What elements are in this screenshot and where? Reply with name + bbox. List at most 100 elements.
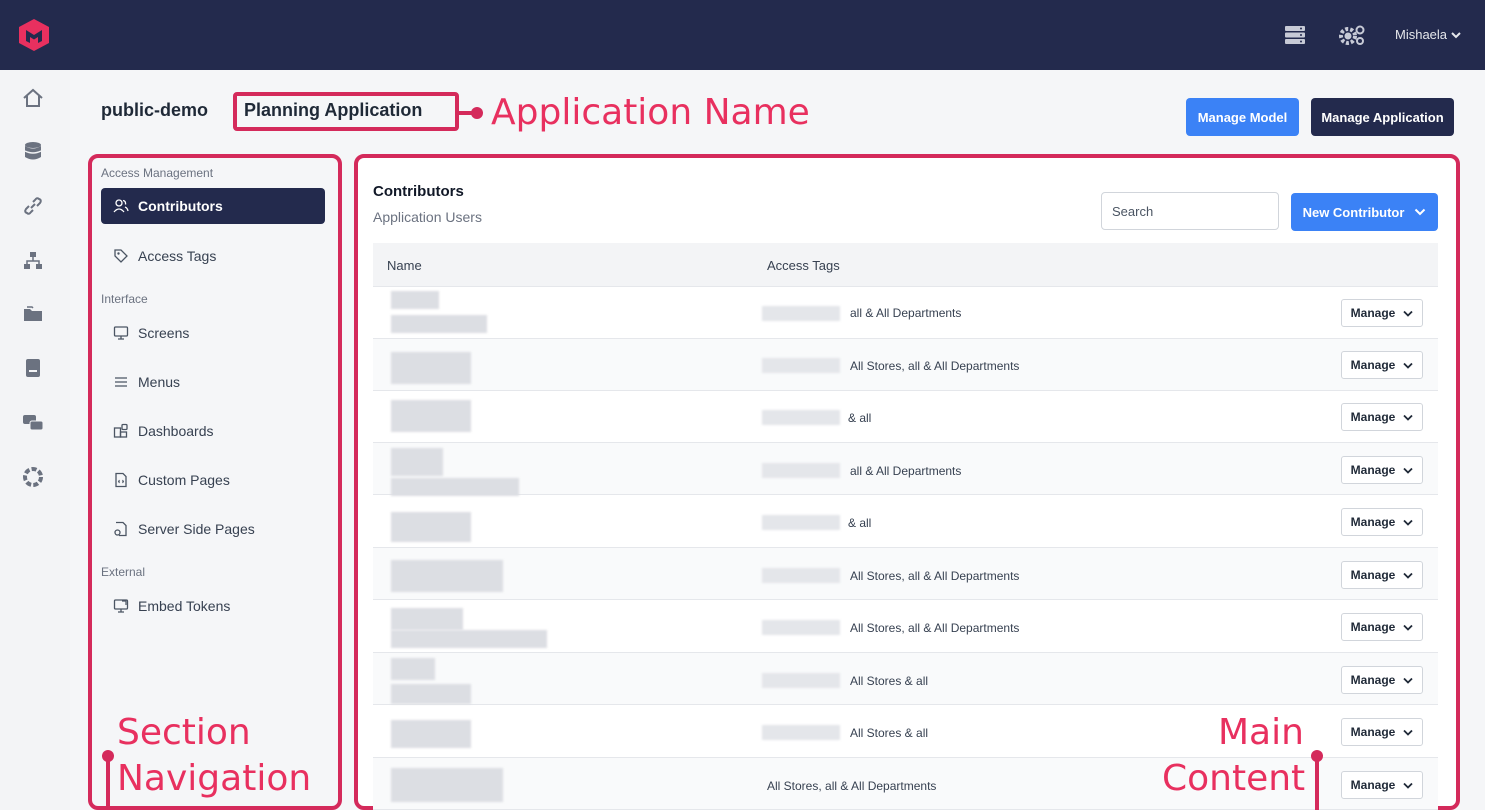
embed-icon [113,599,129,613]
nav-item-label: Dashboards [138,423,214,439]
chevron-down-icon [1403,624,1413,631]
redacted-name [391,400,471,432]
support-icon[interactable] [22,466,44,488]
section-navigation-callout-line [106,756,110,810]
nav-item-contributors[interactable]: Contributors [101,188,325,224]
nav-group-external: External [101,565,146,579]
manage-dropdown[interactable]: Manage [1341,508,1423,536]
monitor-icon [113,326,129,340]
home-icon[interactable] [22,87,44,109]
access-tags-value: All Stores & all [850,726,929,740]
top-bar: Mishaela [0,0,1485,70]
app-logo-icon[interactable] [18,18,50,52]
access-tags-value: all & All Departments [850,306,962,320]
redacted-name [391,448,443,476]
manage-label: Manage [1350,778,1396,792]
redacted-name [391,291,439,309]
link-icon[interactable] [22,195,44,217]
chevron-down-icon [1403,572,1413,579]
redacted-name [391,478,519,496]
column-header-name[interactable]: Name [387,258,422,273]
manage-dropdown[interactable]: Manage [1341,771,1423,799]
folders-icon[interactable] [22,303,44,325]
manage-label: Manage [1350,463,1396,477]
nav-item-access-tags[interactable]: Access Tags [101,238,325,274]
panel-title: Contributors [373,183,464,200]
nav-item-label: Access Tags [138,248,217,264]
table-row [373,391,1438,443]
manage-dropdown[interactable]: Manage [1341,456,1423,484]
redacted-name [391,768,503,802]
redacted-tag [762,358,840,373]
redacted-name [391,658,435,680]
redacted-name [391,684,471,704]
table-header [373,243,1438,287]
user-name: Mishaela [1395,27,1448,42]
application-name: Planning Application [244,100,423,120]
manage-dropdown[interactable]: Manage [1341,613,1423,641]
server-page-icon [114,521,127,537]
custom-page-icon [115,472,127,488]
book-icon[interactable] [22,357,44,379]
redacted-name [391,512,471,542]
settings-gears-icon[interactable] [1338,24,1366,46]
redacted-tag [762,410,840,425]
redacted-tag [762,673,840,688]
manage-label: Manage [1350,306,1396,320]
database-icon[interactable] [22,140,44,162]
nav-item-server-side-pages[interactable]: Server Side Pages [101,511,325,547]
left-rail [0,70,70,810]
manage-model-button[interactable]: Manage Model [1186,98,1299,136]
access-tags-value: All Stores, all & All Departments [850,569,1020,583]
chevron-down-icon [1403,362,1413,369]
nav-item-screens[interactable]: Screens [101,315,325,351]
nav-item-label: Custom Pages [138,472,230,488]
nav-group-interface: Interface [101,292,148,306]
redacted-name [391,720,471,748]
user-menu[interactable]: Mishaela [1395,27,1461,42]
manage-dropdown[interactable]: Manage [1341,299,1423,327]
main-content-callout-line [1315,756,1319,810]
menu-icon [115,377,127,387]
redacted-tag [762,568,840,583]
chevron-down-icon [1403,310,1413,317]
nav-item-custom-pages[interactable]: Custom Pages [101,462,325,498]
main-content-annotation-line-1: Main [1218,712,1304,753]
chat-icon[interactable] [22,412,44,434]
chevron-down-icon [1403,414,1413,421]
manage-label: Manage [1350,725,1396,739]
nav-item-label: Embed Tokens [138,598,231,614]
access-tags-value: all & All Departments [850,464,962,478]
section-navigation-annotation-line-1: Section [117,712,251,753]
server-icon[interactable] [1284,24,1306,46]
manage-dropdown[interactable]: Manage [1341,666,1423,694]
table-row [373,496,1438,548]
nav-item-dashboards[interactable]: Dashboards [101,413,325,449]
access-tags-value: All Stores, all & All Departments [850,359,1020,373]
manage-application-button[interactable]: Manage Application [1311,98,1454,136]
redacted-name [391,315,487,333]
search-input[interactable] [1101,192,1279,230]
manage-dropdown[interactable]: Manage [1341,351,1423,379]
access-tags-value: All Stores, all & All Departments [767,779,937,793]
nav-item-label: Screens [138,325,190,341]
dashboard-icon [113,423,128,438]
manage-label: Manage [1350,410,1396,424]
manage-label: Manage [1350,620,1396,634]
manage-dropdown[interactable]: Manage [1341,718,1423,746]
new-contributor-button[interactable]: New Contributor [1291,193,1438,231]
manage-dropdown[interactable]: Manage [1341,403,1423,431]
column-header-access-tags[interactable]: Access Tags [767,258,840,273]
redacted-name [391,608,463,630]
nav-item-embed-tokens[interactable]: Embed Tokens [101,588,325,624]
nav-group-access-management: Access Management [101,166,214,180]
panel-subtitle: Application Users [373,209,482,225]
application-name-callout-dot [471,107,483,119]
manage-label: Manage [1350,568,1396,582]
nav-item-menus[interactable]: Menus [101,364,325,400]
manage-dropdown[interactable]: Manage [1341,561,1423,589]
chevron-down-icon [1403,782,1413,789]
workspace-name[interactable]: public-demo [101,100,208,121]
sitemap-icon[interactable] [22,250,44,272]
redacted-tag [762,463,840,478]
